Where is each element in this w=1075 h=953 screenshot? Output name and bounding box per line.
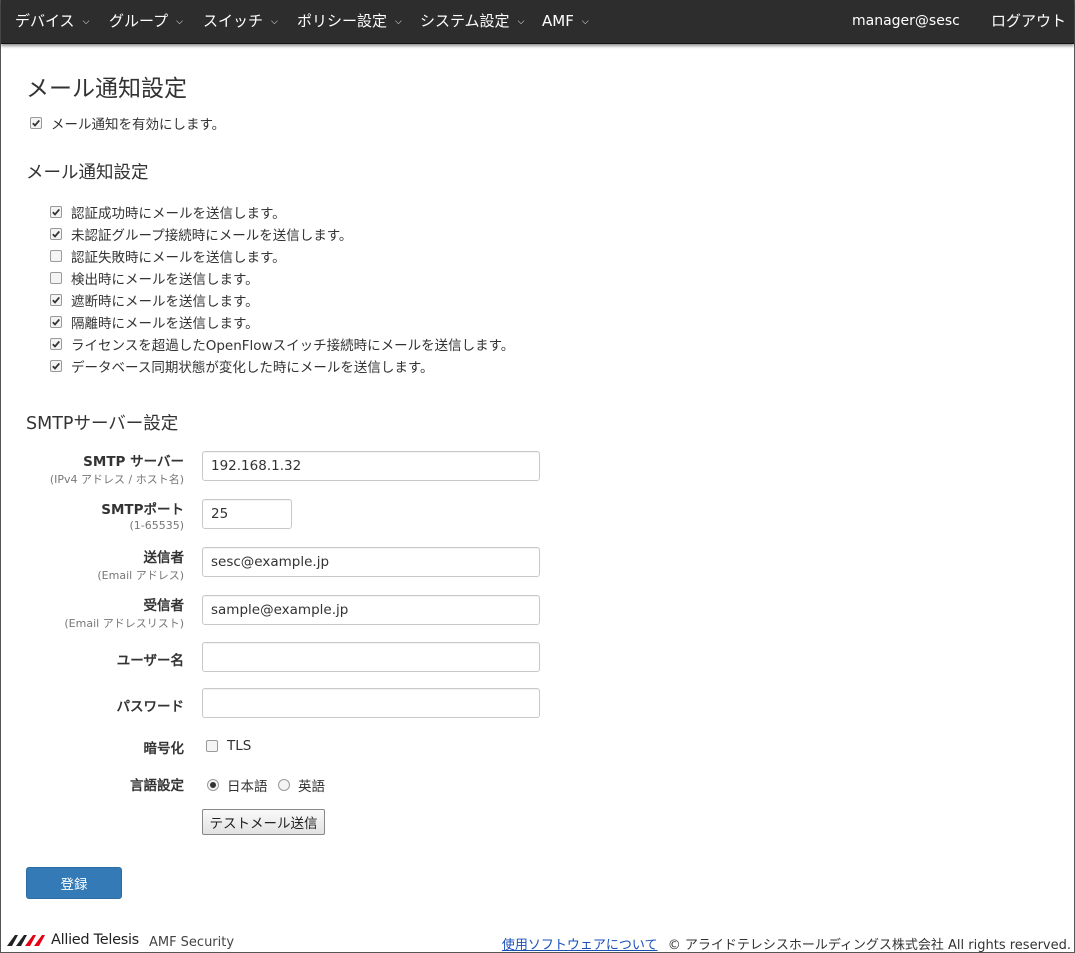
username-input[interactable] xyxy=(202,642,540,672)
software-info-link[interactable]: 使用ソフトウェアについて xyxy=(502,938,658,953)
field-label: SMTPポート xyxy=(101,502,184,518)
radio-selected-icon[interactable] xyxy=(207,779,219,791)
chevron-down-icon: ⌵ xyxy=(271,17,278,27)
checkbox-checked-icon[interactable] xyxy=(30,117,42,129)
language-label: 言語設定 xyxy=(130,774,184,794)
nav-menu-groups[interactable]: グループ ⌵ xyxy=(109,0,183,42)
field-hint: (1-65535) xyxy=(129,519,184,532)
notify-block-checkbox[interactable]: 遮断時にメールを送信します。 xyxy=(50,290,259,310)
checkbox-label: メール通知を有効にします。 xyxy=(51,117,226,133)
nav-menu-label: システム設定 xyxy=(420,12,510,30)
tls-checkbox[interactable]: TLS xyxy=(206,738,251,754)
checkbox-label: 遮断時にメールを送信します。 xyxy=(71,294,259,310)
field-label: 受信者 xyxy=(143,598,185,614)
notify-unauth-group-checkbox[interactable]: 未認証グループ接続時にメールを送信します。 xyxy=(50,224,352,244)
register-button[interactable]: 登録 xyxy=(26,867,122,899)
page-title: メール通知設定 xyxy=(26,76,187,102)
field-hint: (Email アドレス) xyxy=(97,569,184,582)
chevron-down-icon: ⌵ xyxy=(395,17,402,27)
checkbox-label: データベース同期状態が変化した時にメールを送信します。 xyxy=(71,360,434,376)
username-label: ユーザー名 xyxy=(117,649,184,669)
sender-label: 送信者 (Email アドレス) xyxy=(97,546,184,583)
notify-detection-checkbox[interactable]: 検出時にメールを送信します。 xyxy=(50,268,259,288)
checkbox-checked-icon[interactable] xyxy=(50,338,62,350)
nav-menu-label: スイッチ xyxy=(203,12,264,30)
checkbox-label: 未認証グループ接続時にメールを送信します。 xyxy=(71,228,353,244)
checkbox-unchecked-icon[interactable] xyxy=(50,250,62,262)
field-label: 言語設定 xyxy=(130,778,184,794)
checkbox-label: 検出時にメールを送信します。 xyxy=(71,272,259,288)
smtp-port-label: SMTPポート (1-65535) xyxy=(101,498,184,532)
nav-menu-label: デバイス xyxy=(15,12,75,30)
sender-email-input[interactable] xyxy=(202,547,540,577)
footer-info: 使用ソフトウェアについて © アライドテレシスホールディングス株式会社 All … xyxy=(502,934,1071,953)
checkbox-checked-icon[interactable] xyxy=(50,316,62,328)
checkbox-label: TLS xyxy=(227,738,252,754)
field-label: ユーザー名 xyxy=(116,653,184,669)
smtp-port-input[interactable] xyxy=(202,499,292,529)
smtp-section-heading: SMTPサーバー設定 xyxy=(26,414,179,434)
smtp-server-label: SMTP サーバー (IPv4 アドレス / ホスト名) xyxy=(50,450,184,487)
password-input[interactable] xyxy=(202,688,540,718)
notify-license-exceeded-checkbox[interactable]: ライセンスを超過したOpenFlowスイッチ接続時にメールを送信します。 xyxy=(50,334,514,354)
notify-auth-success-checkbox[interactable]: 認証成功時にメールを送信します。 xyxy=(50,202,286,222)
nav-menu-devices[interactable]: デバイス ⌵ xyxy=(15,0,89,42)
radio-unselected-icon[interactable] xyxy=(278,779,290,791)
chevron-down-icon: ⌵ xyxy=(176,17,183,27)
footer-brand: Allied Telesis AMF Security xyxy=(7,932,235,950)
top-navbar: デバイス ⌵ グループ ⌵ スイッチ ⌵ ポリシー設定 ⌵ システム設定 ⌵ AMF ⌵ m… xyxy=(1,0,1074,44)
field-label: SMTP サーバー xyxy=(83,454,184,470)
notify-section-heading: メール通知設定 xyxy=(26,163,149,183)
send-test-email-button[interactable]: テストメール送信 xyxy=(202,809,325,835)
checkbox-label: ライセンスを超過したOpenFlowスイッチ接続時にメールを送信します。 xyxy=(71,338,515,354)
chevron-down-icon: ⌵ xyxy=(517,17,525,27)
user-account[interactable]: manager@sesc xyxy=(852,0,960,42)
checkbox-label: 認証失敗時にメールを送信します。 xyxy=(71,250,286,266)
nav-menu-system[interactable]: システム設定 ⌵ xyxy=(420,0,524,42)
chevron-down-icon: ⌵ xyxy=(581,17,589,27)
smtp-server-input[interactable] xyxy=(202,451,540,481)
nav-menu-label: グループ xyxy=(109,12,169,30)
notify-auth-failure-checkbox[interactable]: 認証失敗時にメールを送信します。 xyxy=(50,246,286,266)
notify-quarantine-checkbox[interactable]: 隔離時にメールを送信します。 xyxy=(50,312,259,332)
field-label: 暗号化 xyxy=(143,741,185,757)
copyright-text: © アライドテレシスホールディングス株式会社 All rights reserv… xyxy=(667,938,1071,953)
field-label: 送信者 xyxy=(143,550,185,566)
encryption-label: 暗号化 xyxy=(144,737,185,757)
logout-link[interactable]: ログアウト xyxy=(991,0,1066,42)
checkbox-label: 隔離時にメールを送信します。 xyxy=(71,316,259,332)
password-label: パスワード xyxy=(117,695,185,715)
field-hint: (IPv4 アドレス / ホスト名) xyxy=(49,473,184,486)
brand-name: Allied Telesis xyxy=(51,932,139,948)
chevron-down-icon: ⌵ xyxy=(82,17,90,27)
allied-telesis-logo-icon xyxy=(7,935,45,946)
radio-label: 英語 xyxy=(298,779,325,795)
language-radio-english[interactable]: 英語 xyxy=(278,775,325,795)
enable-notification-checkbox[interactable]: メール通知を有効にします。 xyxy=(30,113,225,133)
checkbox-checked-icon[interactable] xyxy=(50,228,62,240)
product-name: AMF Security xyxy=(148,934,235,950)
checkbox-label: 認証成功時にメールを送信します。 xyxy=(71,206,286,222)
recipient-label: 受信者 (Email アドレスリスト) xyxy=(64,594,184,631)
field-hint: (Email アドレスリスト) xyxy=(64,617,184,630)
checkbox-checked-icon[interactable] xyxy=(50,360,62,372)
nav-menu-switches[interactable]: スイッチ ⌵ xyxy=(203,0,278,42)
field-label: パスワード xyxy=(116,699,185,715)
checkbox-checked-icon[interactable] xyxy=(50,294,62,306)
checkbox-unchecked-icon[interactable] xyxy=(206,740,218,752)
nav-menu-amf[interactable]: AMF ⌵ xyxy=(542,0,589,42)
language-radio-japanese[interactable]: 日本語 xyxy=(207,775,268,795)
radio-label: 日本語 xyxy=(227,779,268,795)
checkbox-unchecked-icon[interactable] xyxy=(50,272,62,284)
nav-menu-policy[interactable]: ポリシー設定 ⌵ xyxy=(297,0,402,42)
nav-menu-label: ポリシー設定 xyxy=(297,12,388,30)
checkbox-checked-icon[interactable] xyxy=(50,206,62,218)
nav-menu-label: AMF xyxy=(542,12,574,30)
notify-db-sync-checkbox[interactable]: データベース同期状態が変化した時にメールを送信します。 xyxy=(50,356,433,376)
recipient-email-input[interactable] xyxy=(202,595,540,625)
